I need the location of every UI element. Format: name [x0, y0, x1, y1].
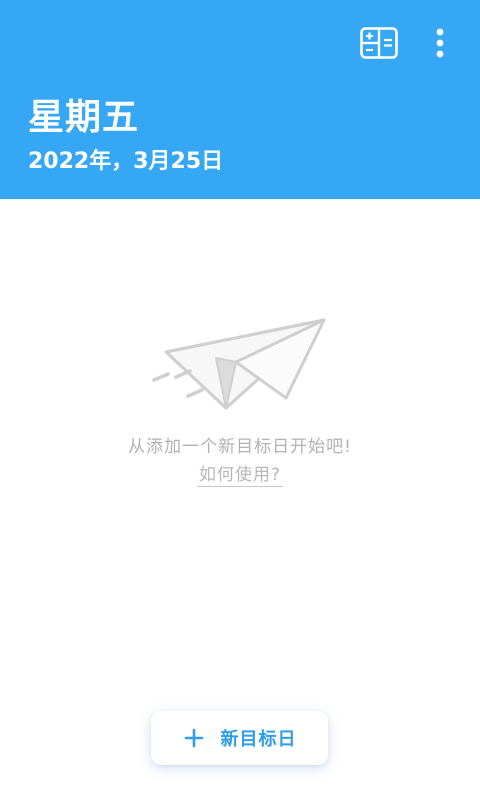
calculator-button[interactable] [357, 24, 401, 62]
calculator-icon [360, 27, 398, 59]
app-screen: 星期五 2022年，3月25日 从添加一个新目标日开始吧! 如何使用? 新目标日 [0, 0, 480, 800]
plus-icon [183, 727, 205, 749]
paper-plane-icon [152, 318, 326, 410]
current-date: 2022年，3月25日 [28, 149, 224, 174]
how-to-use-link[interactable]: 如何使用? [196, 465, 284, 487]
add-target-day-label: 新目标日 [220, 729, 297, 750]
more-options-button[interactable] [424, 22, 456, 64]
more-vert-icon [436, 28, 444, 58]
help-row: 如何使用? [0, 462, 480, 488]
header: 星期五 2022年，3月25日 [0, 0, 480, 199]
empty-message: 从添加一个新目标日开始吧! [128, 437, 352, 457]
empty-state [0, 199, 480, 800]
add-target-day-button[interactable]: 新目标日 [151, 711, 328, 765]
weekday-title: 星期五 [28, 97, 140, 138]
